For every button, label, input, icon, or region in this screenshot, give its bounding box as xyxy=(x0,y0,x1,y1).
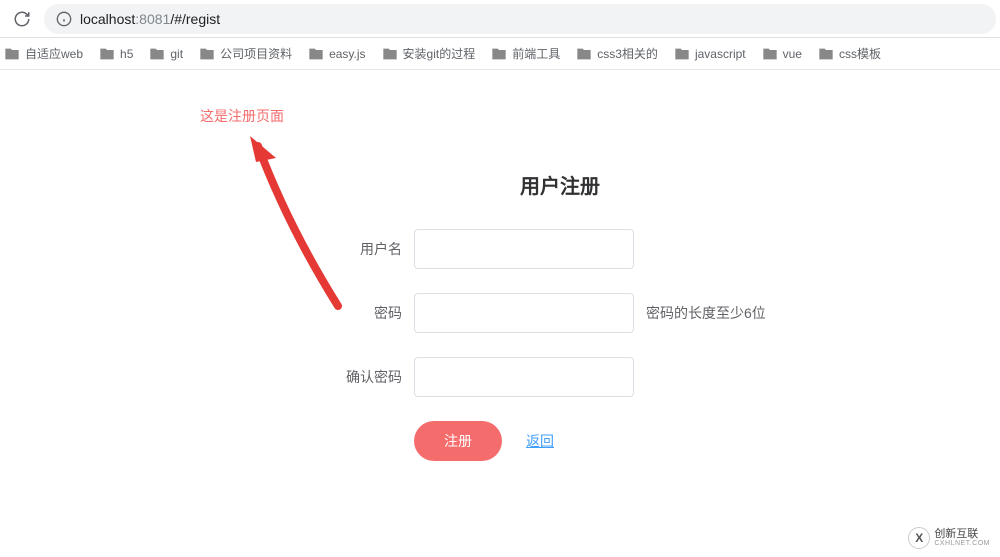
watermark-logo-icon: X xyxy=(908,527,930,549)
bookmark-item[interactable]: javascript xyxy=(674,46,746,62)
password-row: 密码 密码的长度至少6位 xyxy=(330,293,790,333)
folder-icon xyxy=(308,46,324,62)
actions-row: 注册 返回 xyxy=(414,421,790,461)
signup-form: 用户注册 用户名 密码 密码的长度至少6位 确认密码 注册 返回 xyxy=(330,170,790,461)
password-input[interactable] xyxy=(414,293,634,333)
bookmark-item[interactable]: css模板 xyxy=(818,45,881,62)
folder-icon xyxy=(818,46,834,62)
bookmarks-bar: 自适应web h5 git 公司项目资料 easy.js 安装git的过程 前端… xyxy=(0,38,1000,70)
watermark: X 创新互联 CXHLNET.COM xyxy=(904,525,994,551)
password-hint: 密码的长度至少6位 xyxy=(646,303,766,323)
bookmark-item[interactable]: css3相关的 xyxy=(576,45,658,62)
bookmark-label: 公司项目资料 xyxy=(220,45,292,62)
form-title: 用户注册 xyxy=(330,170,790,199)
bookmark-label: git xyxy=(170,47,183,61)
bookmark-label: css模板 xyxy=(839,45,881,62)
username-label: 用户名 xyxy=(330,239,414,259)
folder-icon xyxy=(382,46,398,62)
site-info-icon[interactable] xyxy=(56,11,72,27)
bookmark-label: javascript xyxy=(695,47,746,61)
confirm-password-input[interactable] xyxy=(414,357,634,397)
bookmark-label: 安装git的过程 xyxy=(403,45,476,62)
folder-icon xyxy=(576,46,592,62)
bookmark-label: vue xyxy=(783,47,802,61)
bookmark-item[interactable]: 自适应web xyxy=(4,45,83,62)
bookmark-label: 前端工具 xyxy=(512,45,560,62)
watermark-sub: CXHLNET.COM xyxy=(934,540,990,547)
bookmark-item[interactable]: 公司项目资料 xyxy=(199,45,292,62)
watermark-brand: 创新互联 xyxy=(934,529,990,540)
bookmark-label: css3相关的 xyxy=(597,45,658,62)
password-label: 密码 xyxy=(330,303,414,323)
bookmark-item[interactable]: 前端工具 xyxy=(491,45,560,62)
bookmark-label: 自适应web xyxy=(25,45,83,62)
confirm-password-row: 确认密码 xyxy=(330,357,790,397)
bookmark-item[interactable]: h5 xyxy=(99,46,133,62)
folder-icon xyxy=(149,46,165,62)
folder-icon xyxy=(674,46,690,62)
folder-icon xyxy=(762,46,778,62)
bookmark-item[interactable]: git xyxy=(149,46,183,62)
browser-toolbar: localhost:8081/#/regist xyxy=(0,0,1000,38)
url-path: /#/regist xyxy=(170,11,220,27)
back-link[interactable]: 返回 xyxy=(526,431,554,451)
bookmark-item[interactable]: easy.js xyxy=(308,46,365,62)
url-host: localhost xyxy=(80,11,135,27)
folder-icon xyxy=(491,46,507,62)
bookmark-item[interactable]: 安装git的过程 xyxy=(382,45,476,62)
bookmark-label: h5 xyxy=(120,47,133,61)
folder-icon xyxy=(4,46,20,62)
address-bar[interactable]: localhost:8081/#/regist xyxy=(44,4,996,34)
username-row: 用户名 xyxy=(330,229,790,269)
confirm-password-label: 确认密码 xyxy=(330,367,414,387)
folder-icon xyxy=(99,46,115,62)
bookmark-label: easy.js xyxy=(329,47,365,61)
page-tip: 这是注册页面 xyxy=(200,106,284,126)
bookmark-item[interactable]: vue xyxy=(762,46,802,62)
submit-button[interactable]: 注册 xyxy=(414,421,502,461)
folder-icon xyxy=(199,46,215,62)
page-body: 这是注册页面 用户注册 用户名 密码 密码的长度至少6位 确认密码 注册 返回 xyxy=(0,70,1000,557)
username-input[interactable] xyxy=(414,229,634,269)
reload-icon[interactable] xyxy=(10,7,34,31)
url-port: :8081 xyxy=(135,11,170,27)
